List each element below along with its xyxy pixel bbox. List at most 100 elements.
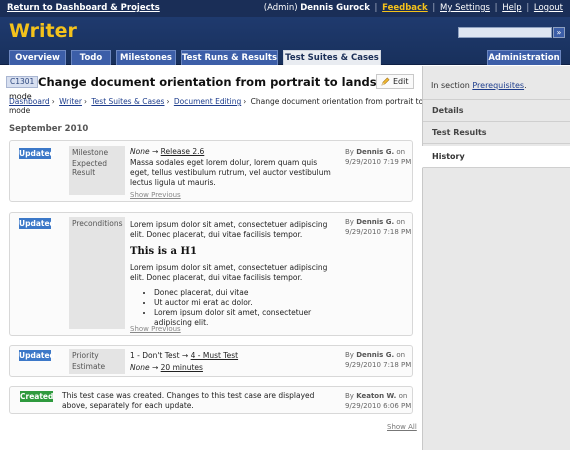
on-label: on xyxy=(396,218,406,226)
project-title: Writer xyxy=(9,20,77,42)
breadcrumb-tail: mode xyxy=(9,106,31,115)
priority-new: 4 - Must Test xyxy=(190,351,239,360)
author-name: Dennis G. xyxy=(356,218,395,226)
sidebar-item-history[interactable]: History xyxy=(422,146,570,168)
by-label: By xyxy=(345,218,354,226)
sidebar-item-details[interactable]: Details xyxy=(423,100,570,122)
case-id-badge: C1301 xyxy=(6,76,39,88)
my-settings-link[interactable]: My Settings xyxy=(440,3,490,13)
breadcrumb-dashboard[interactable]: Dashboard xyxy=(9,97,50,106)
in-section-label: In section xyxy=(431,81,470,90)
tab-todo[interactable]: Todo xyxy=(71,50,111,65)
show-previous-link[interactable]: Show Previous xyxy=(130,191,181,199)
breadcrumb-writer[interactable]: Writer xyxy=(59,97,82,106)
author-info: By Keaton W. on 9/29/2010 6:06 PM xyxy=(345,391,411,411)
preconditions-label: Preconditions xyxy=(72,219,123,228)
pencil-icon xyxy=(381,77,390,86)
estimate-label: Estimate xyxy=(72,362,106,371)
preconditions-heading: This is a H1 xyxy=(130,246,197,257)
field-labels: Milestone Expected Result xyxy=(69,146,125,195)
milestone-value: None → Release 2.6 xyxy=(130,147,335,157)
created-badge: Created xyxy=(20,391,54,402)
tab-milestones[interactable]: Milestones xyxy=(116,50,176,65)
top-bar: Return to Dashboard & Projects (Admin) D… xyxy=(0,0,570,17)
tab-test-runs-results[interactable]: Test Runs & Results xyxy=(181,50,278,65)
by-label: By xyxy=(345,351,354,359)
user-name: Dennis Gurock xyxy=(300,3,370,13)
search-button[interactable]: » xyxy=(553,27,565,38)
created-text: This test case was created. Changes to t… xyxy=(62,391,315,410)
help-link[interactable]: Help xyxy=(502,3,521,13)
history-entry: Updated Preconditions Lorem ipsum dolor … xyxy=(9,212,413,336)
logout-link[interactable]: Logout xyxy=(534,3,563,13)
history-entry: Updated Milestone Expected Result None →… xyxy=(9,140,413,202)
list-item: Donec placerat, dui vitae xyxy=(154,288,342,298)
author-name: Dennis G. xyxy=(356,148,395,156)
change-arrow: → xyxy=(151,147,159,156)
estimate-value: None → 20 minutes xyxy=(130,363,335,373)
breadcrumb-document-editing[interactable]: Document Editing xyxy=(174,97,241,106)
author-info: By Dennis G. on 9/29/2010 7:18 PM xyxy=(345,217,411,237)
priority-label: Priority xyxy=(72,351,99,360)
preconditions-list: Donec placerat, dui vitae Ut auctor mi e… xyxy=(154,288,342,328)
preconditions-para-2: Lorem ipsum dolor sit amet, consectetuer… xyxy=(130,263,328,282)
author-info: By Dennis G. on 9/29/2010 7:18 PM xyxy=(345,350,411,370)
change-date: 9/29/2010 7:18 PM xyxy=(345,361,412,369)
edit-button-label: Edit xyxy=(393,77,409,86)
milestone-new-link[interactable]: Release 2.6 xyxy=(161,147,205,156)
list-item: Ut auctor mi erat ac dolor. xyxy=(154,298,342,308)
change-date: 9/29/2010 6:06 PM xyxy=(345,402,412,410)
list-item: Lorem ipsum dolor sit amet, consectetuer… xyxy=(154,308,342,328)
on-label: on xyxy=(398,392,408,400)
show-all-link[interactable]: Show All xyxy=(387,423,417,431)
breadcrumb-test-suites[interactable]: Test Suites & Cases xyxy=(91,97,164,106)
sidebar: In section Prerequisites. Details Test R… xyxy=(422,66,570,450)
sidebar-item-test-results[interactable]: Test Results xyxy=(423,122,570,144)
preconditions-value: Lorem ipsum dolor sit amet, consectetuer… xyxy=(130,220,342,328)
breadcrumb: Dashboard › Writer › Test Suites & Cases › … xyxy=(9,97,464,106)
author-name: Keaton W. xyxy=(356,392,397,400)
on-label: on xyxy=(396,148,406,156)
updated-badge: Updated xyxy=(19,148,55,159)
priority-old: 1 - Don't Test xyxy=(130,351,180,360)
updated-badge: Updated xyxy=(19,218,55,229)
estimate-old: None xyxy=(130,363,150,372)
main-content: C1301 Change document orientation from p… xyxy=(0,66,464,450)
updated-badge: Updated xyxy=(19,350,55,361)
milestone-label: Milestone xyxy=(72,148,109,157)
by-label: By xyxy=(345,148,354,156)
tab-overview[interactable]: Overview xyxy=(9,50,66,65)
milestone-old: None xyxy=(130,147,150,156)
section-info: In section Prerequisites. xyxy=(423,66,570,100)
tab-test-suites-cases[interactable]: Test Suites & Cases xyxy=(283,50,381,65)
priority-value: 1 - Don't Test → 4 - Must Test xyxy=(130,351,335,361)
change-arrow: → xyxy=(181,351,189,360)
preconditions-para-1: Lorem ipsum dolor sit amet, consectetuer… xyxy=(130,220,328,239)
user-menu: (Admin) Dennis Gurock | Feedback | My Se… xyxy=(263,3,563,13)
field-labels: Priority Estimate xyxy=(69,349,125,374)
feedback-link[interactable]: Feedback xyxy=(382,3,428,13)
change-date: 9/29/2010 7:18 PM xyxy=(345,228,412,236)
change-date: 9/29/2010 7:19 PM xyxy=(345,158,412,166)
return-to-dashboard-link[interactable]: Return to Dashboard & Projects xyxy=(7,3,160,13)
by-label: By xyxy=(345,392,354,400)
edit-button[interactable]: Edit xyxy=(376,74,414,89)
field-labels: Preconditions xyxy=(69,217,125,329)
section-suffix: . xyxy=(524,81,527,90)
change-arrow: → xyxy=(151,363,159,372)
on-label: on xyxy=(396,351,406,359)
tab-administration[interactable]: Administration xyxy=(487,50,561,65)
search-input[interactable] xyxy=(458,27,552,38)
admin-label: (Admin) xyxy=(263,3,298,13)
expected-result-label: Expected Result xyxy=(72,159,107,177)
author-name: Dennis G. xyxy=(356,351,395,359)
history-entry: Updated Priority Estimate 1 - Don't Test… xyxy=(9,345,413,377)
expected-result-value: Massa sodales eget lorem dolur, lorem qu… xyxy=(130,158,331,187)
month-heading: September 2010 xyxy=(9,124,89,134)
section-link[interactable]: Prerequisites xyxy=(472,81,524,90)
estimate-new: 20 minutes xyxy=(160,363,203,372)
case-title-bar: C1301 Change document orientation from p… xyxy=(6,74,414,90)
show-previous-link[interactable]: Show Previous xyxy=(130,325,181,333)
case-title: Change document orientation from portrai… xyxy=(38,75,408,89)
app-header: Writer » Overview Todo Milestones Test R… xyxy=(0,17,570,65)
